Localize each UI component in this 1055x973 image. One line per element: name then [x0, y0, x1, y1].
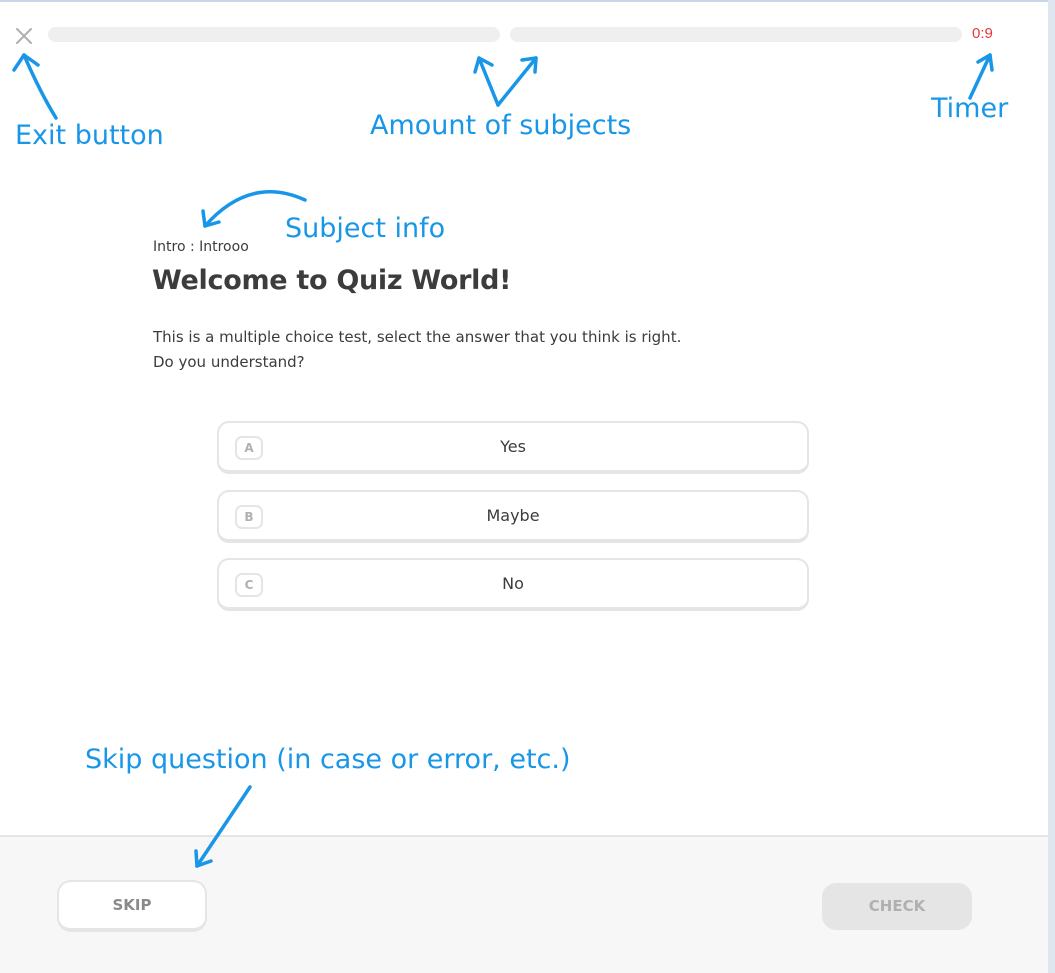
timer: 0:9: [972, 25, 993, 42]
arrow-icon: [22, 53, 58, 120]
question-description: This is a multiple choice test, select t…: [153, 325, 873, 375]
annotation-exit-button: Exit button: [15, 120, 164, 151]
arrow-icon: [12, 53, 40, 72]
question-description-line: Do you understand?: [153, 353, 305, 371]
choice-label: No: [502, 574, 524, 593]
progress-segment-2: [510, 27, 962, 42]
window-scrollbar-track: [1048, 0, 1055, 973]
check-button: CHECK: [822, 883, 972, 930]
choice-b[interactable]: B Maybe: [217, 490, 809, 543]
subject-info: Intro : Introoo: [153, 239, 249, 255]
choice-c[interactable]: C No: [217, 558, 809, 611]
arrow-icon: [473, 56, 494, 74]
window-top-border: [0, 0, 1048, 2]
annotation-timer: Timer: [931, 93, 1009, 124]
question-title: Welcome to Quiz World!: [152, 265, 512, 296]
arrow-icon: [496, 56, 538, 107]
arrow-icon: [520, 56, 538, 74]
annotation-amount-of-subjects: Amount of subjects: [370, 110, 632, 141]
annotation-subject-info: Subject info: [285, 213, 446, 244]
question-description-line: This is a multiple choice test, select t…: [153, 328, 682, 346]
skip-button[interactable]: SKIP: [57, 880, 207, 932]
arrow-icon: [976, 53, 994, 72]
choice-a[interactable]: A Yes: [217, 421, 809, 474]
arrow-icon: [968, 53, 992, 100]
arrow-icon: [477, 56, 500, 107]
choice-label: Yes: [500, 437, 526, 456]
exit-button[interactable]: [12, 24, 36, 48]
annotation-skip-question: Skip question (in case or error, etc.): [85, 744, 571, 775]
choice-label: Maybe: [486, 506, 540, 525]
close-icon: [16, 28, 32, 44]
arrow-icon: [201, 209, 221, 228]
progress-segment-1: [48, 27, 500, 42]
